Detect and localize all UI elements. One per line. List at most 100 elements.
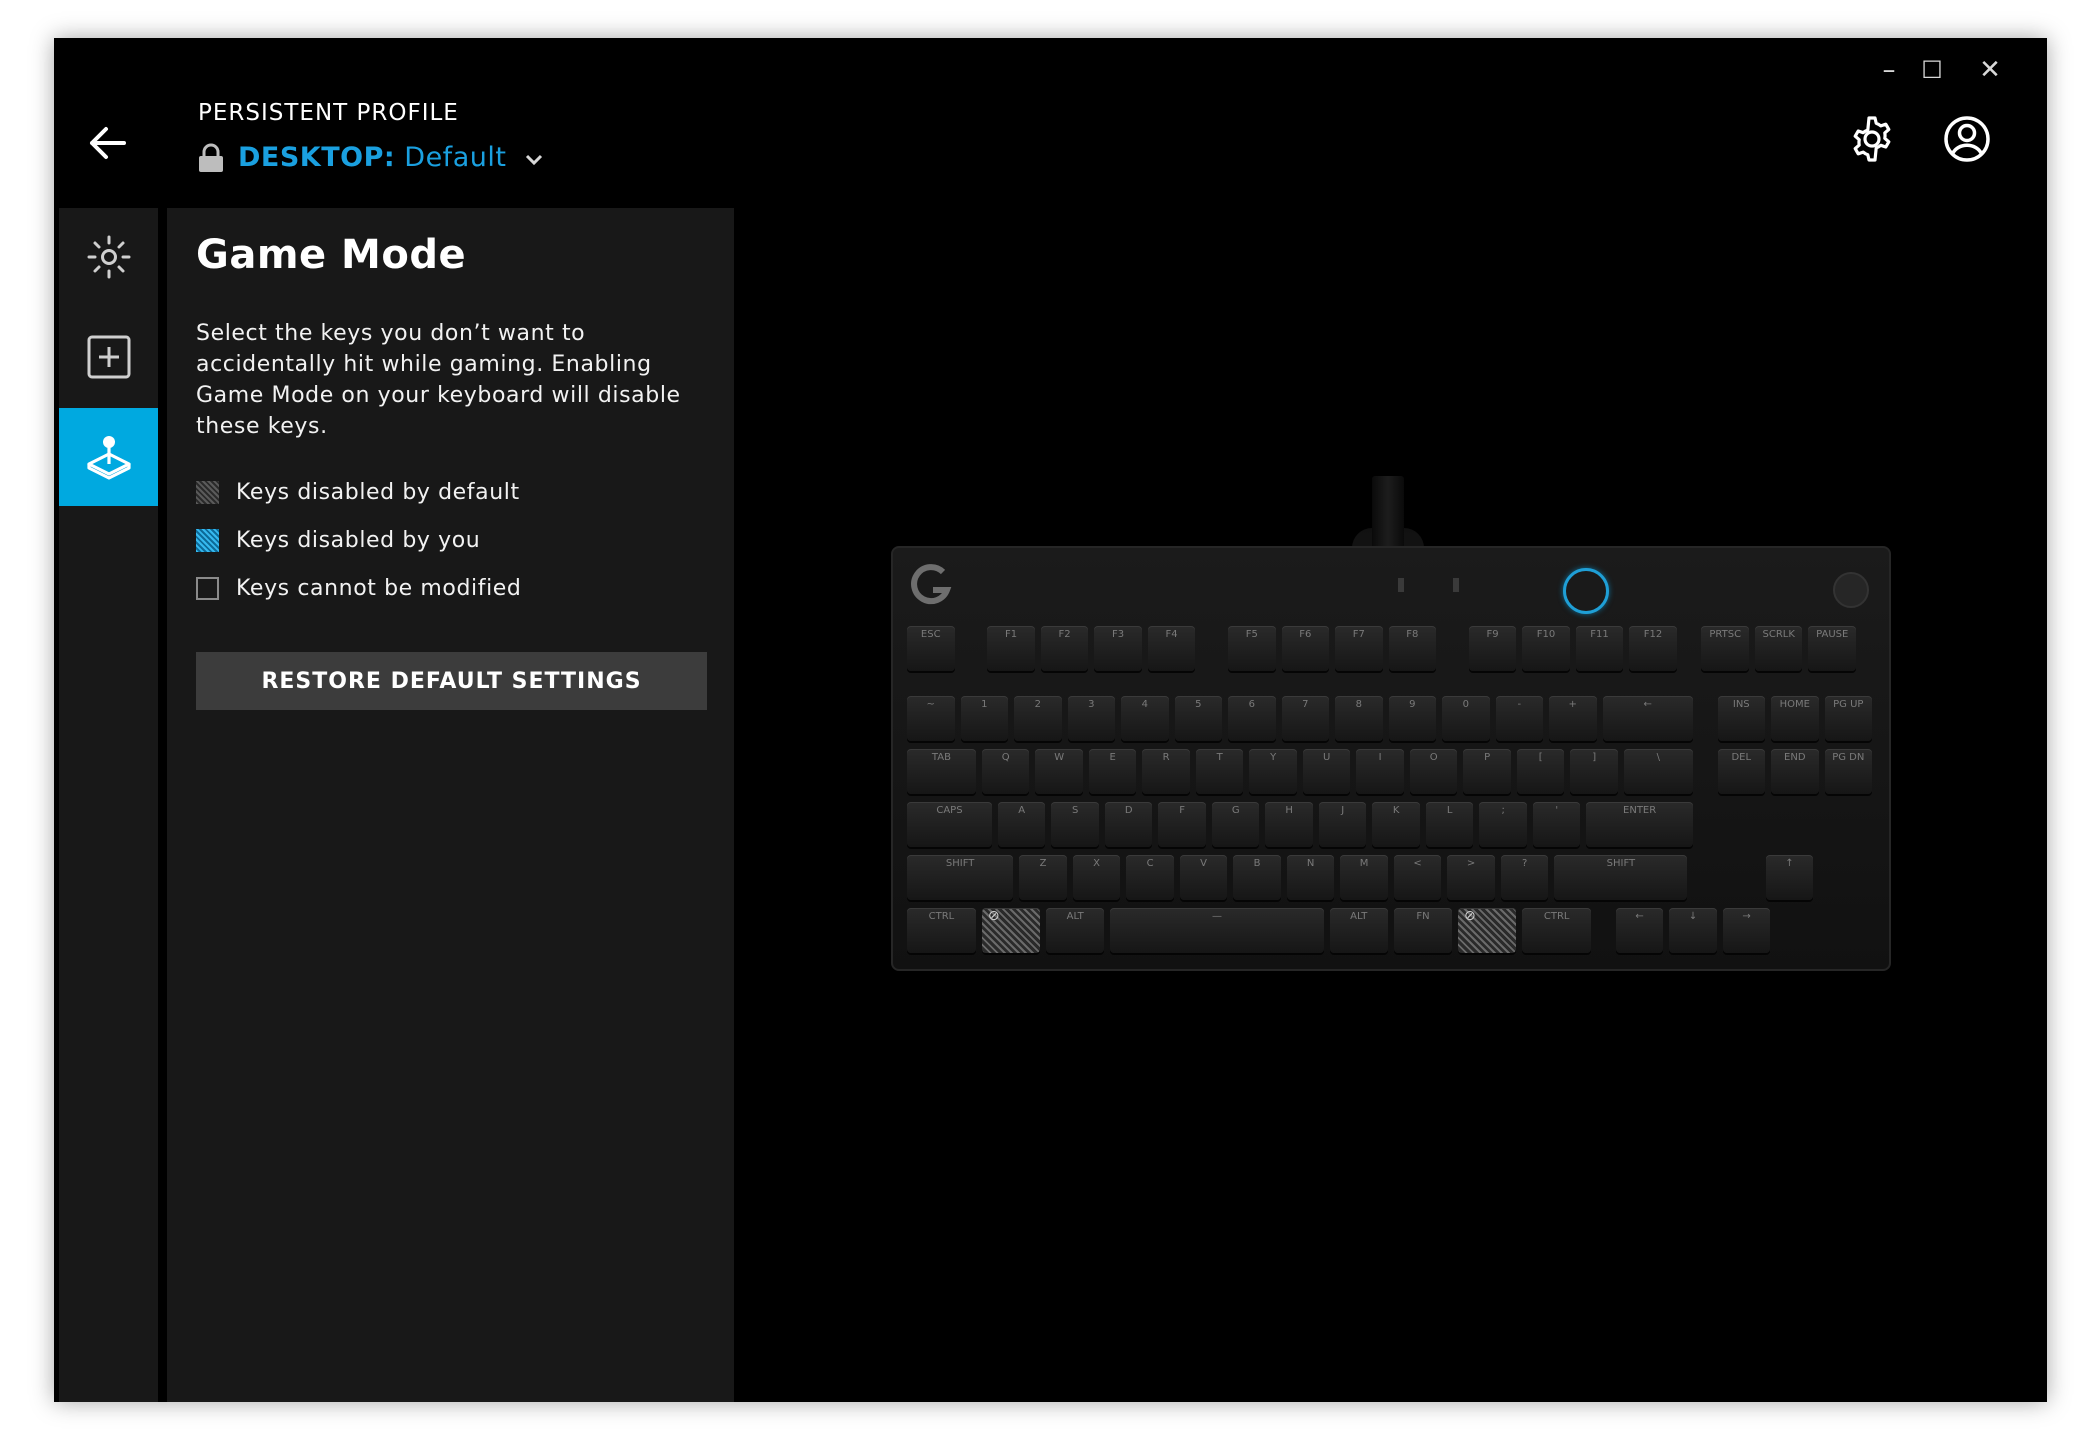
- keyboard-key[interactable]: ↓: [1669, 908, 1717, 953]
- keyboard-key[interactable]: INS: [1717, 696, 1766, 741]
- keyboard-key[interactable]: B: [1233, 855, 1281, 900]
- keyboard-key[interactable]: 5: [1174, 696, 1222, 741]
- keyboard-key[interactable]: Z: [1019, 855, 1067, 900]
- keyboard-key[interactable]: I: [1356, 749, 1404, 794]
- keyboard-key[interactable]: ~: [907, 696, 955, 741]
- keyboard-key[interactable]: F7: [1335, 626, 1383, 671]
- brightness-button[interactable]: [1833, 572, 1869, 608]
- keyboard-key[interactable]: <: [1393, 855, 1442, 900]
- keyboard-key[interactable]: F12: [1629, 626, 1677, 671]
- keyboard-key[interactable]: S: [1051, 802, 1099, 847]
- keyboard-key[interactable]: ;: [1479, 802, 1527, 847]
- keyboard-key[interactable]: F5: [1228, 626, 1276, 671]
- keyboard-key[interactable]: 0: [1442, 696, 1490, 741]
- keyboard-key[interactable]: PG UP: [1824, 696, 1873, 741]
- account-icon[interactable]: [1942, 114, 1992, 164]
- keyboard-key[interactable]: ⊘: [1458, 908, 1517, 953]
- keyboard-key[interactable]: >: [1447, 855, 1495, 900]
- keyboard-key[interactable]: F10: [1522, 626, 1570, 671]
- keyboard-key[interactable]: ENTER: [1586, 802, 1693, 847]
- keyboard-key[interactable]: CTRL: [1522, 908, 1592, 953]
- keyboard-key[interactable]: +: [1549, 696, 1597, 741]
- keyboard-key[interactable]: P: [1463, 749, 1511, 794]
- keyboard-key[interactable]: -: [1495, 696, 1543, 741]
- maximize-button[interactable]: ☐: [1914, 56, 1950, 84]
- keyboard-key[interactable]: ←: [1602, 696, 1693, 741]
- keyboard-key[interactable]: X: [1072, 855, 1121, 900]
- keyboard-key[interactable]: TAB: [907, 749, 976, 794]
- keyboard-key[interactable]: G: [1211, 802, 1260, 847]
- keyboard-key[interactable]: ALT: [1329, 908, 1388, 953]
- keyboard-key[interactable]: ': [1532, 802, 1581, 847]
- keyboard-key[interactable]: CTRL: [907, 908, 976, 953]
- keyboard-key[interactable]: F4: [1147, 626, 1196, 671]
- keyboard-key[interactable]: SHIFT: [1554, 855, 1688, 900]
- keyboard-key[interactable]: F6: [1281, 626, 1329, 671]
- keyboard-key[interactable]: D: [1104, 802, 1153, 847]
- keyboard-key[interactable]: N: [1286, 855, 1335, 900]
- minimize-button[interactable]: –: [1871, 56, 1907, 84]
- keyboard-key[interactable]: J: [1318, 802, 1367, 847]
- keyboard-key[interactable]: [: [1516, 749, 1565, 794]
- keyboard-key[interactable]: F2: [1040, 626, 1089, 671]
- keyboard-key[interactable]: R: [1142, 749, 1190, 794]
- keyboard-key[interactable]: 2: [1014, 696, 1062, 741]
- keyboard-key[interactable]: K: [1372, 802, 1420, 847]
- sidebar-item-lighting[interactable]: [59, 208, 158, 306]
- keyboard-key[interactable]: 4: [1121, 696, 1169, 741]
- chevron-down-icon[interactable]: [524, 153, 544, 167]
- keyboard-key[interactable]: END: [1771, 749, 1819, 794]
- keyboard-key[interactable]: ⊘: [981, 908, 1041, 953]
- settings-gear-icon[interactable]: [1847, 114, 1897, 164]
- keyboard-key[interactable]: PRTSC: [1701, 626, 1749, 671]
- keyboard-key[interactable]: Q: [981, 749, 1030, 794]
- keyboard-key[interactable]: Y: [1249, 749, 1297, 794]
- keyboard-key[interactable]: V: [1179, 855, 1228, 900]
- keyboard-key[interactable]: H: [1265, 802, 1313, 847]
- keyboard-key[interactable]: F11: [1575, 626, 1624, 671]
- keyboard-key[interactable]: M: [1340, 855, 1388, 900]
- keyboard-key[interactable]: O: [1409, 749, 1458, 794]
- keyboard-key[interactable]: 6: [1228, 696, 1276, 741]
- keyboard-key[interactable]: FN: [1393, 908, 1453, 953]
- keyboard-key[interactable]: 3: [1067, 696, 1115, 741]
- keyboard-key[interactable]: ESC: [907, 626, 955, 671]
- close-button[interactable]: ✕: [1972, 56, 2008, 84]
- keyboard-key[interactable]: F: [1158, 802, 1206, 847]
- keyboard-key[interactable]: ?: [1500, 855, 1549, 900]
- keyboard-key[interactable]: 8: [1335, 696, 1383, 741]
- keyboard-key[interactable]: F9: [1468, 626, 1517, 671]
- keyboard-key[interactable]: L: [1425, 802, 1474, 847]
- game-mode-button[interactable]: [1563, 568, 1609, 614]
- keyboard-key[interactable]: DEL: [1717, 749, 1766, 794]
- keyboard-key[interactable]: 1: [960, 696, 1008, 741]
- sidebar-item-game-mode[interactable]: [59, 408, 158, 506]
- keyboard-key[interactable]: ALT: [1046, 908, 1105, 953]
- keyboard-key[interactable]: A: [997, 802, 1046, 847]
- keyboard-key[interactable]: PAUSE: [1808, 626, 1856, 671]
- keyboard-key[interactable]: SHIFT: [907, 855, 1014, 900]
- keyboard-key[interactable]: F8: [1388, 626, 1436, 671]
- keyboard-key[interactable]: T: [1195, 749, 1244, 794]
- keyboard-key[interactable]: F3: [1094, 626, 1142, 671]
- keyboard-key[interactable]: F1: [987, 626, 1035, 671]
- keyboard-key[interactable]: ↑: [1765, 855, 1814, 900]
- restore-default-button[interactable]: RESTORE DEFAULT SETTINGS: [196, 652, 707, 710]
- keyboard-key[interactable]: 9: [1388, 696, 1436, 741]
- keyboard-key[interactable]: \: [1623, 749, 1693, 794]
- keyboard-key[interactable]: CAPS: [907, 802, 992, 847]
- keyboard-key[interactable]: W: [1035, 749, 1083, 794]
- keyboard-key[interactable]: HOME: [1771, 696, 1819, 741]
- keyboard-key[interactable]: 7: [1281, 696, 1329, 741]
- keyboard-key[interactable]: PG DN: [1824, 749, 1873, 794]
- keyboard-key[interactable]: ←: [1615, 908, 1664, 953]
- sidebar-item-assignments[interactable]: [59, 308, 158, 406]
- back-arrow-icon[interactable]: [84, 123, 136, 163]
- keyboard-key[interactable]: →: [1722, 908, 1771, 953]
- keyboard-key[interactable]: ]: [1570, 749, 1618, 794]
- keyboard-key[interactable]: U: [1302, 749, 1351, 794]
- profile-selector[interactable]: DESKTOP: Default: [198, 142, 544, 173]
- keyboard-key[interactable]: E: [1088, 749, 1137, 794]
- keyboard-key[interactable]: SCRLK: [1754, 626, 1803, 671]
- keyboard-key[interactable]: —: [1110, 908, 1324, 953]
